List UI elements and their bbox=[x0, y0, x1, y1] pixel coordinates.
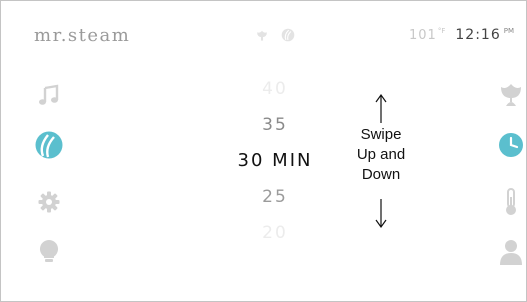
arrow-down-icon bbox=[375, 199, 387, 229]
nav-steam-button[interactable] bbox=[34, 130, 64, 160]
nav-music-button[interactable] bbox=[34, 80, 64, 110]
picker-option[interactable]: 40 bbox=[215, 71, 335, 107]
clock-time: 12:16 bbox=[455, 27, 501, 43]
settings-icon bbox=[38, 191, 60, 213]
brand-logo: mr.steam bbox=[34, 25, 131, 46]
steam-icon bbox=[35, 131, 63, 159]
steam-leaf-icon bbox=[281, 27, 295, 46]
nav-timer-button[interactable] bbox=[496, 130, 526, 160]
swipe-hint-line: Down bbox=[361, 166, 401, 183]
thermometer-icon bbox=[506, 188, 516, 215]
nav-user-button[interactable] bbox=[496, 237, 526, 267]
clock-ampm: PM bbox=[503, 27, 514, 35]
arrow-up-icon bbox=[375, 93, 387, 123]
swipe-hint: Swipe Up and Down bbox=[345, 125, 417, 185]
duration-picker[interactable]: 40 35 30 MIN 25 20 bbox=[215, 71, 335, 251]
light-icon bbox=[39, 239, 59, 262]
aromatherapy-icon bbox=[501, 84, 521, 106]
picker-option[interactable]: 35 bbox=[215, 107, 335, 143]
nav-temperature-button[interactable] bbox=[496, 187, 526, 217]
timer-icon bbox=[499, 133, 523, 157]
nav-aromatherapy-button[interactable] bbox=[496, 80, 526, 110]
swipe-hint-line: Up and bbox=[356, 146, 406, 163]
picker-option[interactable]: 25 bbox=[215, 179, 335, 215]
picker-selected-value[interactable]: 30 MIN bbox=[215, 143, 335, 179]
swipe-hint-line: Swipe bbox=[360, 126, 402, 143]
temperature-readout: 101 bbox=[409, 28, 437, 43]
picker-option[interactable]: 20 bbox=[215, 215, 335, 251]
user-icon bbox=[500, 240, 522, 265]
nav-light-button[interactable] bbox=[34, 237, 64, 267]
status-area: 101 °F 12:16 PM bbox=[409, 27, 514, 43]
music-icon bbox=[39, 84, 59, 105]
nav-settings-button[interactable] bbox=[34, 187, 64, 217]
steam-control-screen: mr.steam 101 °F 12:16 PM 40 35 30 MIN 25… bbox=[0, 0, 527, 302]
temperature-unit: °F bbox=[437, 27, 446, 35]
aromatherapy-icon bbox=[255, 27, 269, 46]
active-modes bbox=[255, 27, 295, 46]
